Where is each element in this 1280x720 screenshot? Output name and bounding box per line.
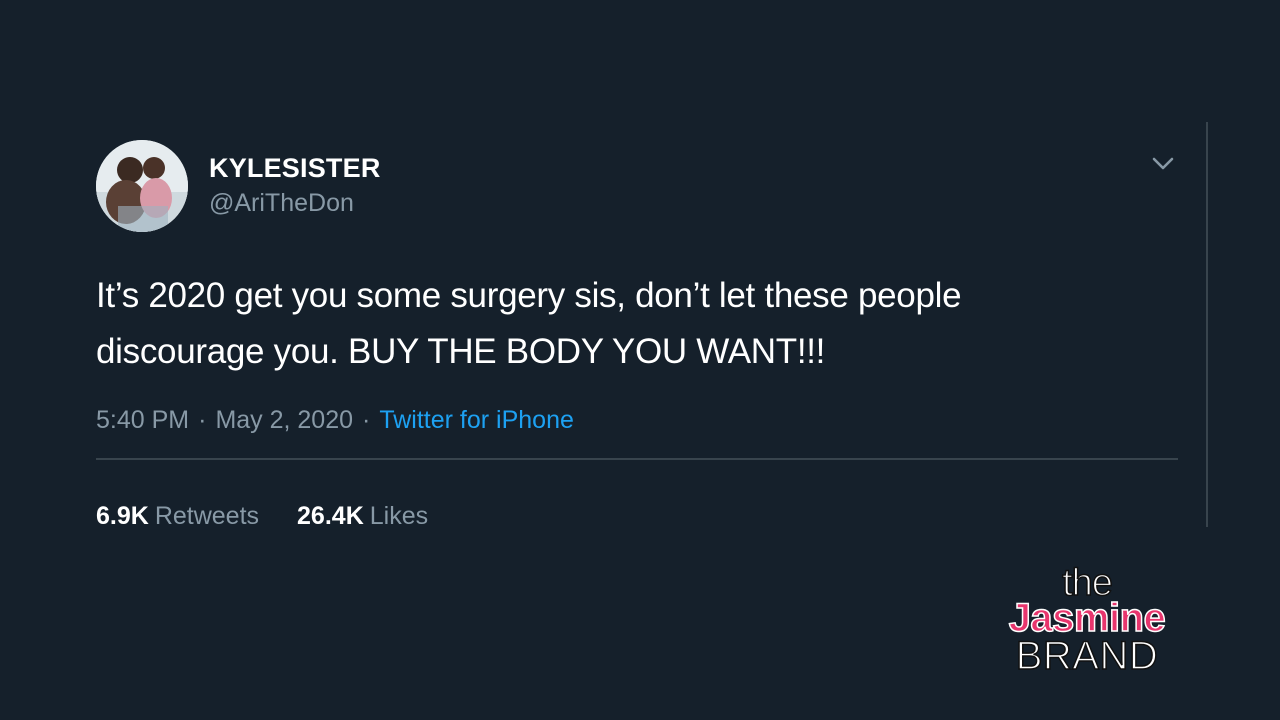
tweet-header: KYLESISTER @AriTheDon bbox=[96, 138, 1178, 232]
avatar[interactable] bbox=[96, 140, 188, 232]
meta-separator: · bbox=[198, 406, 207, 434]
watermark-line-the: the bbox=[1061, 562, 1113, 604]
watermark-logo: the Jasmine BRAND bbox=[980, 562, 1194, 678]
meta-separator: · bbox=[362, 406, 371, 434]
tweet-meta: 5:40 PM · May 2, 2020 · Twitter for iPhone bbox=[96, 404, 1178, 436]
author-names: KYLESISTER @AriTheDon bbox=[209, 151, 381, 219]
tweet-card: KYLESISTER @AriTheDon It’s 2020 get you … bbox=[96, 138, 1178, 532]
likes-label: Likes bbox=[369, 502, 429, 530]
retweets-count: 6.9K bbox=[96, 502, 149, 530]
avatar-photo bbox=[96, 140, 188, 232]
timeline-border bbox=[1206, 122, 1208, 527]
tweet-text: It’s 2020 get you some surgery sis, don’… bbox=[96, 268, 1178, 380]
tweet-text-line: It’s 2020 get you some surgery sis, don’… bbox=[96, 276, 962, 315]
watermark-line-brand: BRAND bbox=[1015, 634, 1159, 678]
tweet-source-link[interactable]: Twitter for iPhone bbox=[379, 406, 574, 434]
chevron-down-icon[interactable] bbox=[1150, 150, 1176, 176]
retweets-label: Retweets bbox=[154, 502, 260, 530]
tweet-time[interactable]: 5:40 PM bbox=[96, 406, 189, 434]
tweet-stats: 6.9K Retweets 26.4K Likes bbox=[96, 500, 1178, 532]
tweet-date[interactable]: May 2, 2020 bbox=[215, 406, 353, 434]
likes-stat[interactable]: 26.4K Likes bbox=[297, 500, 428, 532]
user-handle[interactable]: @AriTheDon bbox=[209, 187, 381, 219]
tweet-text-line: discourage you. BUY THE BODY YOU WANT!!! bbox=[96, 332, 826, 371]
watermark-line-jasmine: Jasmine bbox=[1008, 596, 1167, 640]
display-name[interactable]: KYLESISTER bbox=[209, 151, 381, 185]
retweets-stat[interactable]: 6.9K Retweets bbox=[96, 500, 259, 532]
divider bbox=[96, 458, 1178, 460]
likes-count: 26.4K bbox=[297, 502, 364, 530]
